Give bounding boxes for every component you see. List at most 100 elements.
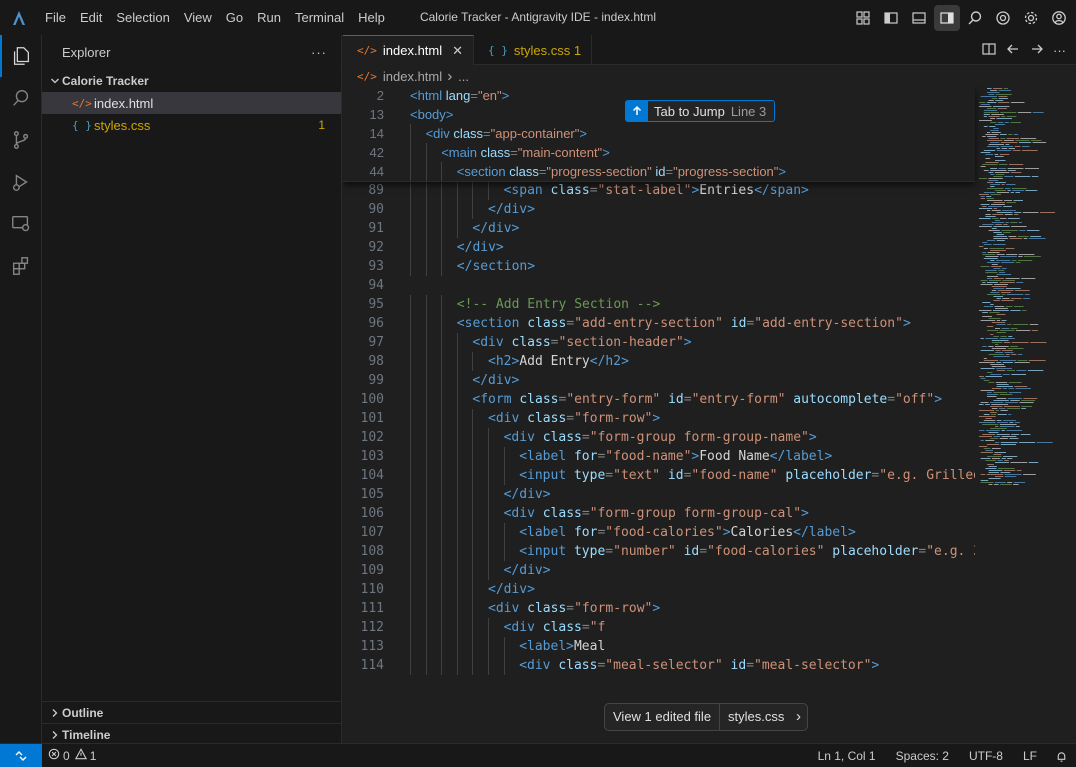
code-line[interactable]: 112 <div class="f [343, 618, 975, 637]
source-control-icon[interactable] [0, 119, 42, 161]
code-line[interactable]: 42 <main class="main-content"> [343, 143, 975, 162]
code-area[interactable]: 84<div class="stat-icon">85<svg width="2… [343, 86, 981, 743]
line-number: 104 [360, 468, 384, 483]
code-line[interactable]: 105 </div> [343, 485, 975, 504]
code-line[interactable]: 92 </div> [343, 238, 975, 257]
code-line[interactable]: 100 <form class="entry-form" id="entry-fo… [343, 390, 975, 409]
minimap-line [1003, 406, 1020, 407]
view-edited-files-button[interactable]: View 1 edited file [605, 704, 721, 730]
minimap-line [996, 320, 1001, 321]
code-line[interactable]: 101 <div class="form-row"> [343, 409, 975, 428]
code-line[interactable]: 91 </div> [343, 219, 975, 238]
minimap-line [1010, 102, 1025, 103]
timeline-section[interactable]: Timeline [42, 723, 342, 745]
status-right: Ln 1, Col 1 Spaces: 2 UTF-8 LF [812, 744, 1076, 767]
minimap[interactable] [975, 86, 1076, 743]
code-line[interactable]: 111 <div class="form-row"> [343, 599, 975, 618]
minimap-line [983, 116, 987, 117]
remote-indicator-icon[interactable] [0, 743, 42, 767]
code-line[interactable]: 109 </div> [343, 561, 975, 580]
menu-go[interactable]: Go [219, 0, 250, 35]
indentation[interactable]: Spaces: 2 [890, 749, 963, 763]
toggle-sidebar-icon[interactable] [878, 5, 904, 31]
menu-run[interactable]: Run [250, 0, 288, 35]
cursor-position[interactable]: Ln 1, Col 1 [812, 749, 890, 763]
code-line[interactable]: 97 <div class="section-header"> [343, 333, 975, 352]
code-line[interactable]: 89 <span class="stat-label">Entries</span… [343, 181, 975, 200]
breadcrumb-file[interactable]: index.html [383, 69, 442, 84]
toggle-panel-icon[interactable] [906, 5, 932, 31]
tab-styles-css[interactable]: { } styles.css 1 [474, 35, 593, 65]
gear-icon[interactable] [1018, 5, 1044, 31]
close-icon[interactable]: ✕ [452, 43, 463, 59]
code-line[interactable]: 95 <!-- Add Entry Section --> [343, 295, 975, 314]
tab-index-html[interactable]: </> index.html ✕ [343, 35, 475, 65]
css-file-icon: { } [72, 118, 92, 132]
explorer-header: Explorer ··· [42, 35, 341, 70]
minimap-line [990, 194, 1001, 195]
account-icon[interactable] [1046, 5, 1072, 31]
arrow-left-icon[interactable] [1005, 41, 1021, 60]
menu-selection[interactable]: Selection [109, 0, 176, 35]
code-line[interactable]: 93 </section> [343, 257, 975, 276]
more-actions-icon[interactable]: ··· [311, 45, 327, 60]
code-line[interactable]: 14 <div class="app-container"> [343, 124, 975, 143]
run-debug-icon[interactable] [0, 161, 42, 203]
code-line[interactable]: 114 <div class="meal-selector" id="meal-s… [343, 656, 975, 675]
minimap-line [994, 182, 1006, 183]
toggle-secondary-sidebar-icon[interactable] [934, 4, 960, 31]
encoding[interactable]: UTF-8 [963, 749, 1017, 763]
file-styles-css[interactable]: { } styles.css 1 [42, 114, 341, 136]
line-endings[interactable]: LF [1017, 749, 1049, 763]
code-editor[interactable]: 84<div class="stat-icon">85<svg width="2… [343, 86, 1076, 743]
code-line[interactable]: 113 <label>Meal [343, 637, 975, 656]
code-line[interactable]: 94 [343, 276, 975, 295]
code-line[interactable]: 102 <div class="form-group form-group-nam… [343, 428, 975, 447]
search-icon[interactable] [962, 5, 988, 31]
menu-file[interactable]: File [38, 0, 73, 35]
notifications-icon[interactable] [1049, 750, 1076, 763]
browser-icon[interactable] [990, 5, 1016, 31]
split-editor-icon[interactable] [981, 41, 997, 60]
code-line[interactable]: 103 <label for="food-name">Food Name</lab… [343, 447, 975, 466]
more-actions-icon[interactable]: ··· [1053, 43, 1066, 58]
code-line[interactable]: 98 <h2>Add Entry</h2> [343, 352, 975, 371]
minimap-line [1021, 408, 1026, 409]
menu-terminal[interactable]: Terminal [288, 0, 351, 35]
customize-layout-icon[interactable] [850, 5, 876, 31]
code-line[interactable]: 104 <input type="text" id="food-name" pla… [343, 466, 981, 485]
edited-files-pill[interactable]: View 1 edited file styles.css › [604, 703, 809, 731]
code-line[interactable]: 99 </div> [343, 371, 975, 390]
problems-status[interactable]: 0 1 [42, 748, 102, 763]
arrow-right-icon[interactable] [1029, 41, 1045, 60]
minimap-line [990, 334, 994, 335]
edited-file-button[interactable]: styles.css › [720, 704, 807, 730]
extensions-icon[interactable] [0, 245, 42, 287]
remote-explorer-icon[interactable] [0, 203, 42, 245]
tab-to-jump-hint[interactable]: Tab to Jump Line 3 [625, 100, 776, 122]
file-index-html[interactable]: </> index.html [42, 92, 341, 114]
outline-section[interactable]: Outline [42, 701, 342, 723]
code-line[interactable]: 96 <section class="add-entry-section" id=… [343, 314, 975, 333]
menu-view[interactable]: View [177, 0, 219, 35]
explorer-icon[interactable] [0, 35, 42, 77]
search-icon[interactable] [0, 77, 42, 119]
code-line[interactable]: 90 </div> [343, 200, 975, 219]
code-line[interactable]: 44 <section class="progress-section" id="… [343, 162, 975, 181]
menu-help[interactable]: Help [351, 0, 392, 35]
minimap-line [980, 378, 986, 379]
minimap-line [993, 244, 1006, 245]
code-line[interactable]: 108 <input type="number" id="food-calorie… [343, 542, 981, 561]
indent-guide [441, 618, 443, 637]
breadcrumb-rest[interactable]: ... [458, 69, 469, 84]
minimap-line [993, 106, 1010, 107]
minimap-line [990, 168, 998, 169]
code-line[interactable]: 106 <div class="form-group form-group-cal… [343, 504, 975, 523]
menu-edit[interactable]: Edit [73, 0, 109, 35]
code-line[interactable]: 110 </div> [343, 580, 975, 599]
minimap-line [980, 284, 993, 285]
indent-guide [472, 542, 474, 561]
code-line[interactable]: 107 <label for="food-calories">Calories</… [343, 523, 975, 542]
folder-calorie-tracker[interactable]: Calorie Tracker [42, 70, 341, 92]
minimap-line [1011, 374, 1027, 375]
